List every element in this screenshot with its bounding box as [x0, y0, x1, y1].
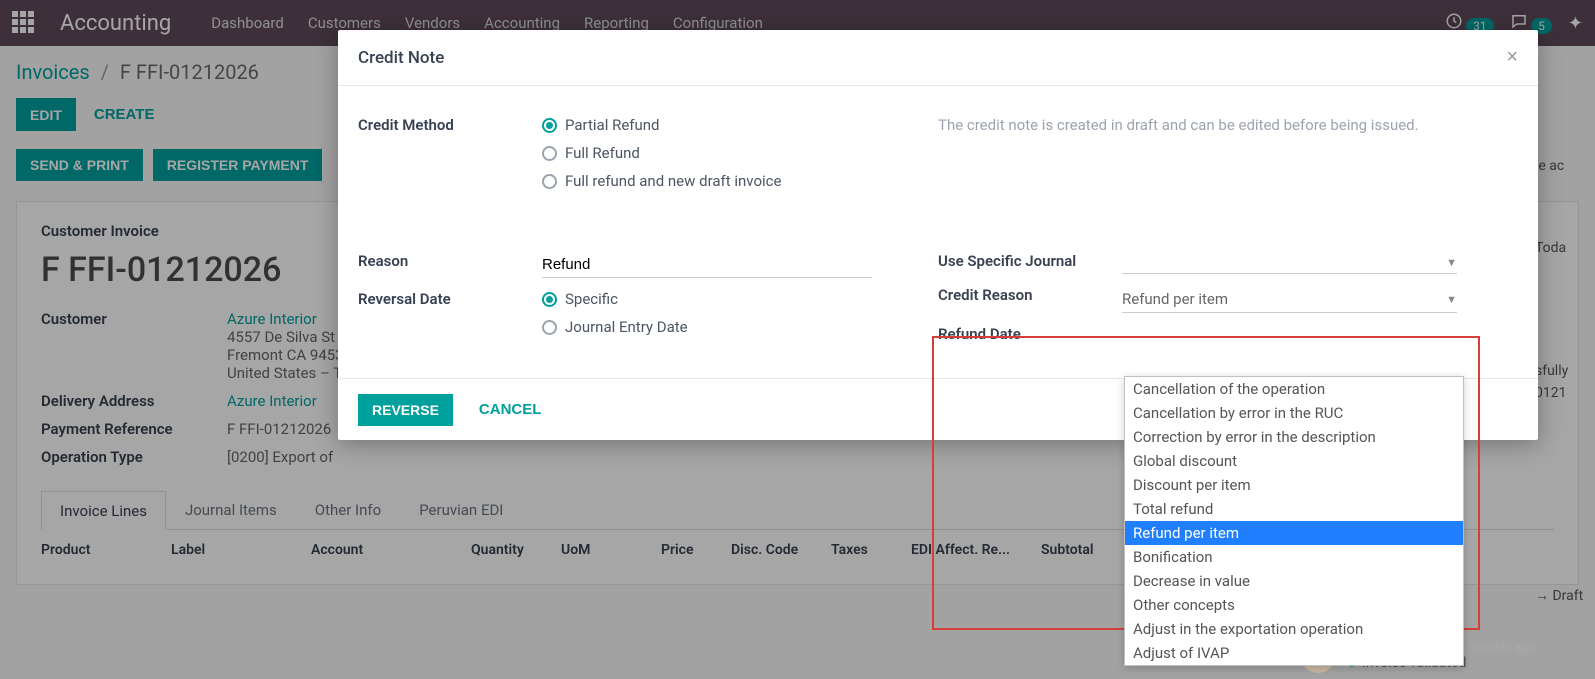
- credit-reason-dropdown: Cancellation of the operation Cancellati…: [1124, 376, 1464, 666]
- reversal-date-label: Reversal Date: [358, 290, 542, 308]
- radio-full-refund-new-draft[interactable]: Full refund and new draft invoice: [542, 172, 938, 190]
- close-icon[interactable]: ×: [1506, 46, 1518, 69]
- radio-specific[interactable]: Specific: [542, 290, 938, 308]
- journal-select[interactable]: ▼: [1122, 252, 1457, 274]
- option-correction-description[interactable]: Correction by error in the description: [1125, 425, 1463, 449]
- journal-label: Use Specific Journal: [938, 252, 1122, 270]
- reason-label: Reason: [358, 252, 542, 270]
- credit-reason-select[interactable]: Refund per item ▼: [1122, 286, 1457, 313]
- chatter-ago: 11 minutes ago: [1452, 640, 1535, 654]
- option-cancellation-ruc[interactable]: Cancellation by error in the RUC: [1125, 401, 1463, 425]
- cancel-button[interactable]: CANCEL: [473, 393, 548, 426]
- option-refund-per-item[interactable]: Refund per item: [1125, 521, 1463, 545]
- modal-title: Credit Note: [358, 48, 444, 68]
- option-global-discount[interactable]: Global discount: [1125, 449, 1463, 473]
- chevron-down-icon: ▼: [1446, 293, 1457, 306]
- reverse-button[interactable]: REVERSE: [358, 394, 453, 426]
- radio-partial-refund[interactable]: Partial Refund: [542, 116, 938, 134]
- option-cancellation-operation[interactable]: Cancellation of the operation: [1125, 377, 1463, 401]
- credit-reason-label: Credit Reason: [938, 286, 1122, 304]
- option-other-concepts[interactable]: Other concepts: [1125, 593, 1463, 617]
- radio-journal-entry-date[interactable]: Journal Entry Date: [542, 318, 938, 336]
- option-decrease-value[interactable]: Decrease in value: [1125, 569, 1463, 593]
- option-adjust-exportation[interactable]: Adjust in the exportation operation: [1125, 617, 1463, 641]
- reason-input[interactable]: [542, 252, 872, 278]
- option-discount-per-item[interactable]: Discount per item: [1125, 473, 1463, 497]
- option-bonification[interactable]: Bonification: [1125, 545, 1463, 569]
- credit-method-label: Credit Method: [358, 116, 542, 134]
- chevron-down-icon: ▼: [1446, 256, 1457, 269]
- option-total-refund[interactable]: Total refund: [1125, 497, 1463, 521]
- modal-hint: The credit note is created in draft and …: [938, 116, 1518, 134]
- refund-date-label: Refund Date: [938, 325, 1122, 343]
- option-adjust-ivap[interactable]: Adjust of IVAP: [1125, 641, 1463, 665]
- radio-full-refund[interactable]: Full Refund: [542, 144, 938, 162]
